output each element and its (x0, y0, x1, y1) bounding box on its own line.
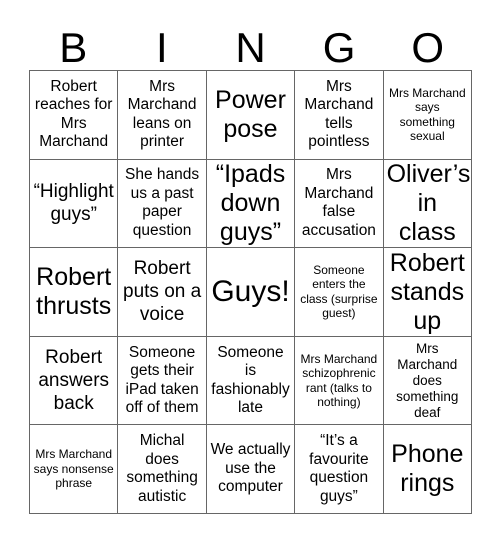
bingo-cell-g1[interactable]: Mrs Marchand tells pointless (295, 71, 384, 160)
bingo-cell-n2[interactable]: “Ipads down guys” (206, 159, 296, 249)
bingo-cell-label: “Highlight guys” (33, 181, 114, 226)
bingo-cell-label: Mrs Marchand leans on printer (127, 77, 197, 151)
bingo-cell-label: Robert answers back (38, 347, 110, 415)
bingo-cell-b1[interactable]: Robert reaches for Mrs Marchand (30, 71, 119, 160)
bingo-cell-label: Power pose (215, 85, 286, 143)
bingo-cell-g4[interactable]: Mrs Marchand schizophrenic rant (talks t… (295, 336, 384, 426)
bingo-cell-label: Guys! (211, 274, 290, 308)
bingo-cell-label: Mrs Marchand false accusation (301, 166, 376, 239)
bingo-cell-label: “Ipads down guys” (215, 159, 286, 246)
header-letter-o: O (411, 24, 444, 71)
bingo-cell-label: Robert reaches for Mrs Marchand (34, 77, 113, 151)
bingo-cell-label: Mrs Marchand does something deaf (396, 340, 459, 420)
bingo-cell-o1[interactable]: Mrs Marchand says something sexual (383, 71, 472, 160)
bingo-cell-b4[interactable]: Robert answers back (30, 336, 119, 426)
bingo-cell-i3[interactable]: Robert puts on a voice (118, 248, 207, 337)
bingo-cell-g3[interactable]: Someone enters the class (surprise guest… (295, 248, 384, 337)
bingo-cell-b3[interactable]: Robert thrusts (30, 248, 119, 337)
bingo-cell-label: We actually use the computer (210, 441, 291, 496)
bingo-cell-i2[interactable]: She hands us a past paper question (118, 159, 207, 249)
bingo-cell-n5[interactable]: We actually use the computer (206, 425, 296, 514)
bingo-card: B I N G O Robert reaches for Mrs Marchan… (0, 0, 500, 544)
bingo-cell-label: Mrs Marchand tells pointless (304, 77, 374, 151)
bingo-cell-label: Mrs Marchand says something sexual (388, 85, 466, 144)
bingo-cell-b5[interactable]: Mrs Marchand says nonsense phrase (30, 425, 119, 514)
bingo-cell-label: Phone rings (391, 440, 464, 498)
bingo-cell-label: Mrs Marchand says nonsense phrase (33, 447, 114, 491)
bingo-cell-i4[interactable]: Someone gets their iPad taken off of the… (118, 336, 207, 426)
bingo-cell-b2[interactable]: “Highlight guys” (30, 159, 119, 249)
bingo-cell-label: Robert puts on a voice (123, 258, 202, 326)
bingo-cell-g5[interactable]: “It’s a favourite question guys” (295, 425, 384, 514)
bingo-cell-label: She hands us a past paper question (125, 166, 200, 239)
bingo-cell-label: Someone gets their iPad taken off of the… (125, 343, 199, 417)
bingo-cell-label: Someone enters the class (surprise guest… (300, 262, 378, 321)
bingo-cell-o4[interactable]: Mrs Marchand does something deaf (383, 336, 472, 426)
bingo-cell-label: Oliver’s in class (386, 159, 471, 246)
bingo-cell-n1[interactable]: Power pose (206, 71, 296, 160)
bingo-cell-o3[interactable]: Robert stands up (383, 248, 472, 337)
bingo-cell-label: Robert stands up (389, 248, 465, 335)
header-letter-n: N (235, 24, 266, 71)
bingo-cell-o5[interactable]: Phone rings (383, 425, 472, 514)
bingo-header-letters: B I N G O (29, 22, 472, 70)
bingo-cell-label: Mrs Marchand schizophrenic rant (talks t… (300, 351, 378, 410)
bingo-cell-label: Michal does something autistic (126, 432, 198, 505)
header-letter-b: B (59, 24, 88, 71)
bingo-cell-n3[interactable]: Guys! (206, 248, 296, 337)
bingo-grid: Robert reaches for Mrs Marchand Mrs Marc… (29, 70, 472, 514)
header-letter-g: G (322, 24, 356, 71)
bingo-cell-label: “It’s a favourite question guys” (309, 432, 369, 505)
bingo-cell-i1[interactable]: Mrs Marchand leans on printer (118, 71, 207, 160)
bingo-cell-label: Robert thrusts (36, 262, 112, 320)
bingo-cell-o2[interactable]: Oliver’s in class (383, 159, 472, 249)
bingo-cell-g2[interactable]: Mrs Marchand false accusation (295, 159, 384, 249)
bingo-cell-n4[interactable]: Someone is fashionably late (206, 336, 296, 426)
bingo-cell-i5[interactable]: Michal does something autistic (118, 425, 207, 514)
header-letter-i: I (156, 24, 168, 71)
bingo-cell-label: Someone is fashionably late (211, 343, 290, 417)
